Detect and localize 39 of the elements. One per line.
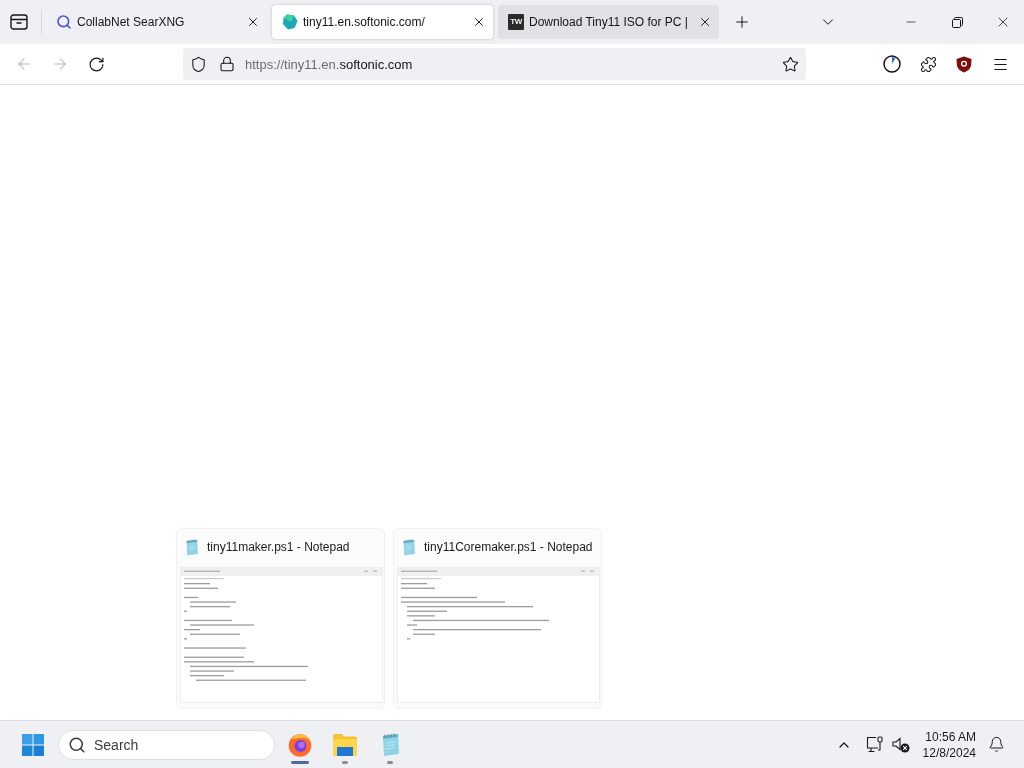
bell-icon	[987, 736, 1005, 753]
window-title: tiny11Coremaker.ps1 - Notepad	[424, 540, 593, 554]
site-logo: TW	[508, 14, 524, 30]
shield-icon	[190, 55, 207, 73]
address-bar[interactable]: https://tiny11.en.softonic.com	[183, 48, 806, 80]
browser-tab[interactable]: TW Download Tiny11 ISO for PC |	[498, 5, 719, 39]
progress-circle-icon	[883, 55, 901, 73]
reload-icon	[87, 55, 105, 73]
browser-app-icon	[288, 732, 312, 757]
network-icon	[865, 736, 884, 753]
url-text: https://tiny11.en.softonic.com	[245, 56, 413, 72]
tab-title: tiny11.en.softonic.com/	[303, 15, 426, 29]
speaker-muted-icon	[891, 736, 910, 753]
plus-icon	[733, 13, 751, 31]
tab-title: CollabNet SearXNG	[77, 15, 186, 29]
extension-shield-icon	[956, 55, 972, 73]
search-icon	[68, 735, 86, 754]
folder-icon	[333, 733, 357, 756]
gem-favicon-icon	[282, 14, 298, 30]
browser-tab[interactable]: CollabNet SearXNG	[46, 5, 267, 39]
forward-arrow-icon	[51, 55, 69, 73]
browser-tab[interactable]: tiny11.en.softonic.com/	[272, 5, 493, 39]
taskbar-search[interactable]: Search	[58, 729, 275, 760]
puzzle-icon	[919, 55, 937, 73]
clock-time: 10:56 AM	[925, 728, 976, 745]
search-icon	[56, 14, 72, 30]
close-icon	[698, 15, 712, 29]
lock-icon	[219, 56, 235, 72]
four-squares-icon	[22, 733, 44, 756]
tab-title: Download Tiny11 ISO for PC |	[529, 15, 689, 29]
window-title: tiny11maker.ps1 - Notepad	[207, 540, 350, 554]
close-icon	[472, 15, 486, 29]
window-thumbnail[interactable]: tiny11maker.ps1 - Notepad	[176, 528, 385, 709]
window-thumbnail[interactable]: tiny11Coremaker.ps1 - Notepad	[393, 528, 602, 709]
restore-icon	[951, 16, 963, 28]
star-icon	[781, 55, 799, 73]
archive-box-icon	[10, 14, 28, 30]
clock-date: 12/8/2024	[922, 744, 976, 761]
close-icon	[246, 15, 260, 29]
